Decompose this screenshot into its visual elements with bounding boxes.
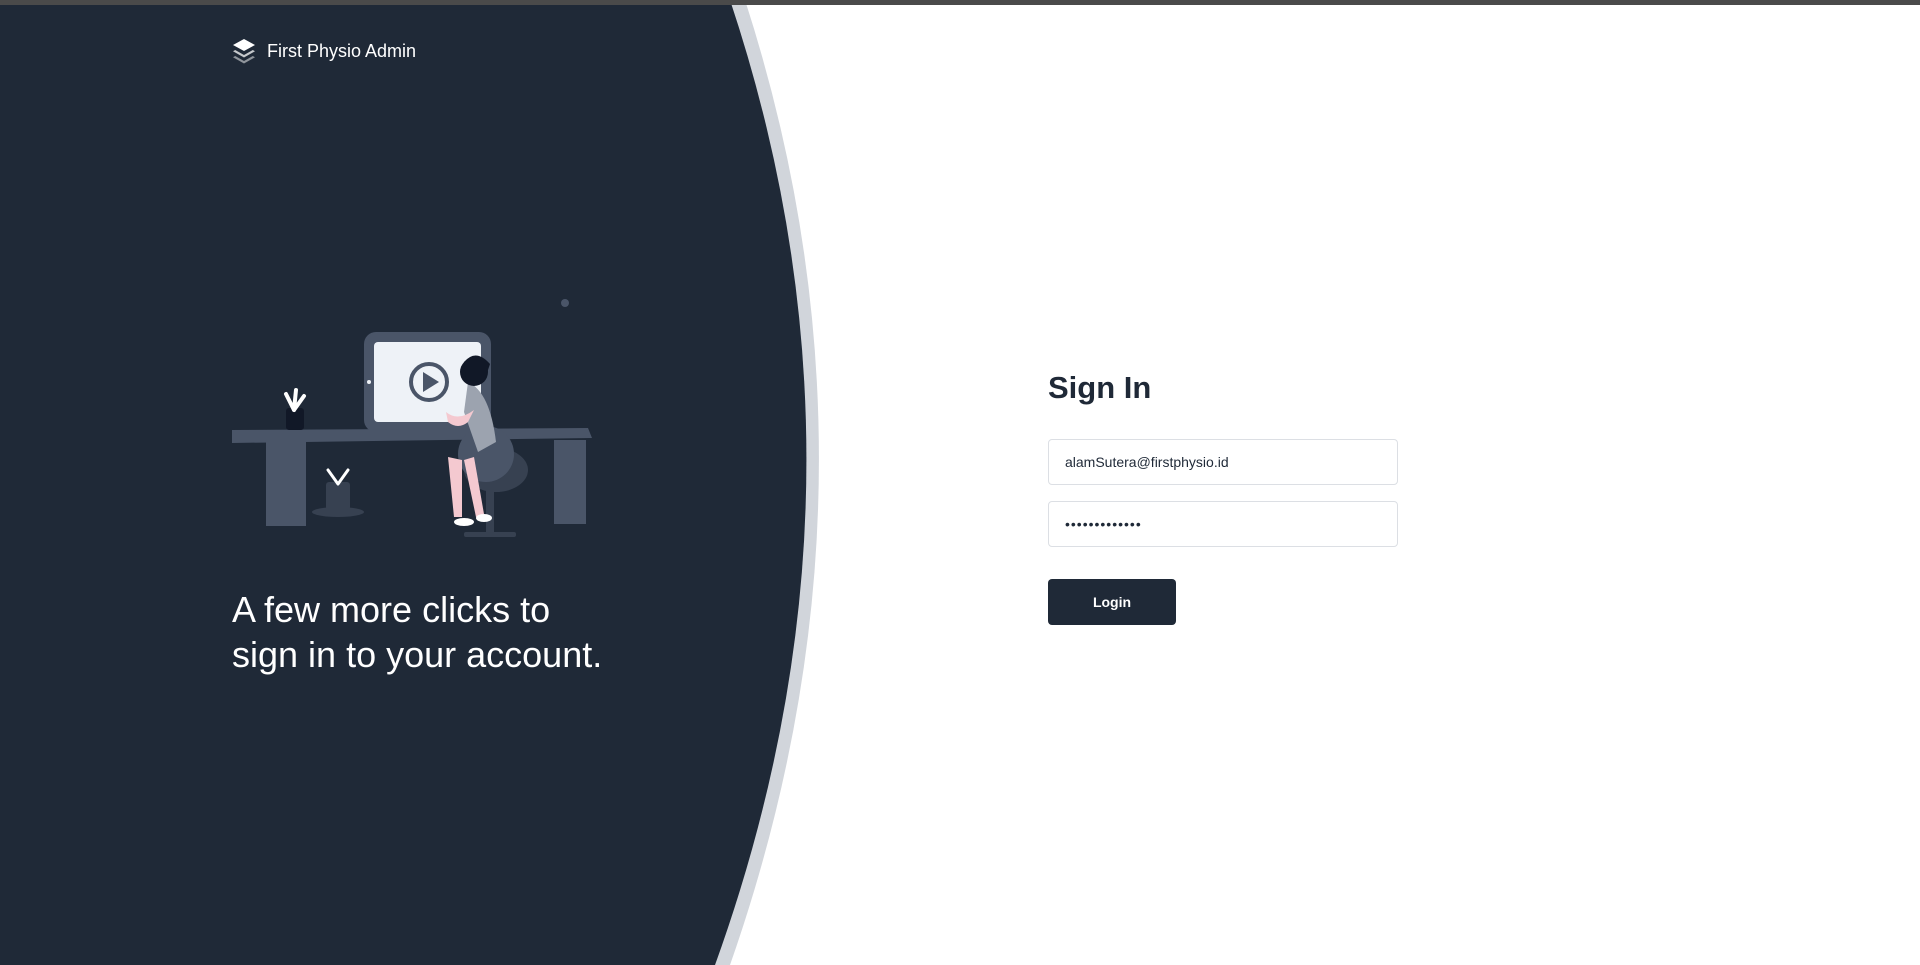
person-at-desk-illustration bbox=[232, 299, 592, 537]
tagline-line-1: A few more clicks to bbox=[232, 589, 551, 630]
password-field[interactable] bbox=[1048, 501, 1398, 547]
brand-name: First Physio Admin bbox=[267, 40, 417, 61]
login-button[interactable]: Login bbox=[1048, 579, 1176, 625]
signin-form: Sign In Login bbox=[1048, 365, 1398, 625]
hero-tagline: A few more clicks to sign in to your acco… bbox=[232, 587, 732, 677]
signin-title: Sign In bbox=[1048, 370, 1152, 405]
brand-header: First Physio Admin bbox=[232, 38, 416, 64]
layers-icon bbox=[233, 39, 255, 64]
email-field[interactable] bbox=[1048, 439, 1398, 485]
window-top-bar bbox=[0, 0, 1920, 5]
tagline-line-2: sign in to your account. bbox=[232, 634, 603, 675]
